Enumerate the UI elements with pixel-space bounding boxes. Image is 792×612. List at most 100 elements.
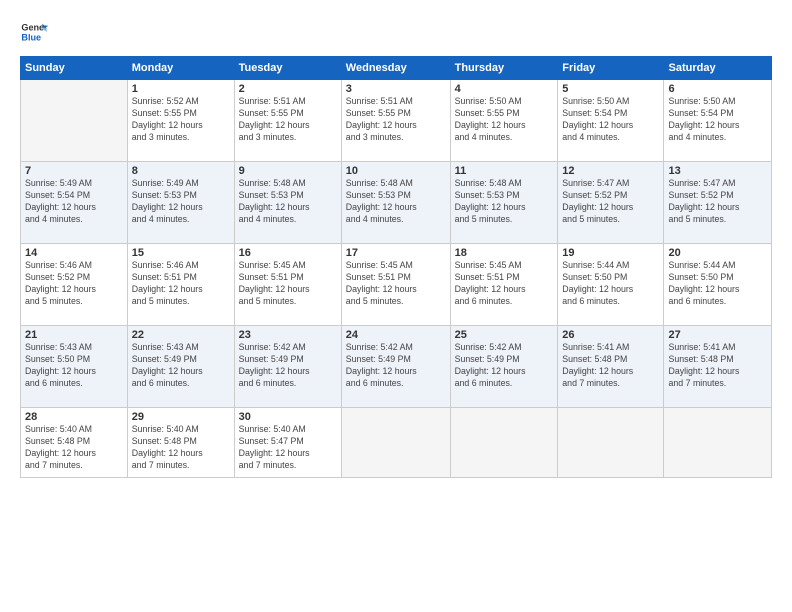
day-number: 20 xyxy=(668,247,767,259)
day-info: Sunrise: 5:45 AM Sunset: 5:51 PM Dayligh… xyxy=(455,260,554,308)
header-thursday: Thursday xyxy=(450,57,558,80)
calendar-day-cell: 3Sunrise: 5:51 AM Sunset: 5:55 PM Daylig… xyxy=(341,80,450,162)
day-info: Sunrise: 5:47 AM Sunset: 5:52 PM Dayligh… xyxy=(562,178,659,226)
day-number: 29 xyxy=(132,411,230,423)
day-info: Sunrise: 5:48 AM Sunset: 5:53 PM Dayligh… xyxy=(455,178,554,226)
day-info: Sunrise: 5:46 AM Sunset: 5:51 PM Dayligh… xyxy=(132,260,230,308)
day-number: 23 xyxy=(239,329,337,341)
calendar-week-row: 21Sunrise: 5:43 AM Sunset: 5:50 PM Dayli… xyxy=(21,326,772,408)
calendar-day-cell: 22Sunrise: 5:43 AM Sunset: 5:49 PM Dayli… xyxy=(127,326,234,408)
day-info: Sunrise: 5:48 AM Sunset: 5:53 PM Dayligh… xyxy=(346,178,446,226)
calendar-day-cell: 19Sunrise: 5:44 AM Sunset: 5:50 PM Dayli… xyxy=(558,244,664,326)
day-info: Sunrise: 5:49 AM Sunset: 5:53 PM Dayligh… xyxy=(132,178,230,226)
day-number: 16 xyxy=(239,247,337,259)
day-info: Sunrise: 5:49 AM Sunset: 5:54 PM Dayligh… xyxy=(25,178,123,226)
calendar-day-cell: 24Sunrise: 5:42 AM Sunset: 5:49 PM Dayli… xyxy=(341,326,450,408)
day-number: 22 xyxy=(132,329,230,341)
page-header: General Blue xyxy=(20,18,772,46)
calendar-day-cell: 10Sunrise: 5:48 AM Sunset: 5:53 PM Dayli… xyxy=(341,162,450,244)
day-info: Sunrise: 5:45 AM Sunset: 5:51 PM Dayligh… xyxy=(346,260,446,308)
day-number: 27 xyxy=(668,329,767,341)
logo-icon: General Blue xyxy=(20,18,48,46)
day-info: Sunrise: 5:43 AM Sunset: 5:50 PM Dayligh… xyxy=(25,342,123,390)
calendar-header-row: SundayMondayTuesdayWednesdayThursdayFrid… xyxy=(21,57,772,80)
svg-text:Blue: Blue xyxy=(21,32,41,42)
calendar-day-cell: 23Sunrise: 5:42 AM Sunset: 5:49 PM Dayli… xyxy=(234,326,341,408)
calendar-day-cell: 27Sunrise: 5:41 AM Sunset: 5:48 PM Dayli… xyxy=(664,326,772,408)
empty-cell xyxy=(341,408,450,478)
header-wednesday: Wednesday xyxy=(341,57,450,80)
calendar-day-cell: 7Sunrise: 5:49 AM Sunset: 5:54 PM Daylig… xyxy=(21,162,128,244)
calendar-day-cell: 4Sunrise: 5:50 AM Sunset: 5:55 PM Daylig… xyxy=(450,80,558,162)
calendar-day-cell: 18Sunrise: 5:45 AM Sunset: 5:51 PM Dayli… xyxy=(450,244,558,326)
calendar-week-row: 1Sunrise: 5:52 AM Sunset: 5:55 PM Daylig… xyxy=(21,80,772,162)
day-number: 2 xyxy=(239,83,337,95)
calendar-day-cell: 15Sunrise: 5:46 AM Sunset: 5:51 PM Dayli… xyxy=(127,244,234,326)
day-info: Sunrise: 5:51 AM Sunset: 5:55 PM Dayligh… xyxy=(346,96,446,144)
header-sunday: Sunday xyxy=(21,57,128,80)
day-number: 5 xyxy=(562,83,659,95)
day-info: Sunrise: 5:44 AM Sunset: 5:50 PM Dayligh… xyxy=(562,260,659,308)
day-info: Sunrise: 5:43 AM Sunset: 5:49 PM Dayligh… xyxy=(132,342,230,390)
day-number: 4 xyxy=(455,83,554,95)
header-tuesday: Tuesday xyxy=(234,57,341,80)
header-monday: Monday xyxy=(127,57,234,80)
day-info: Sunrise: 5:50 AM Sunset: 5:54 PM Dayligh… xyxy=(668,96,767,144)
day-number: 25 xyxy=(455,329,554,341)
calendar-day-cell: 8Sunrise: 5:49 AM Sunset: 5:53 PM Daylig… xyxy=(127,162,234,244)
day-info: Sunrise: 5:42 AM Sunset: 5:49 PM Dayligh… xyxy=(346,342,446,390)
calendar-day-cell: 29Sunrise: 5:40 AM Sunset: 5:48 PM Dayli… xyxy=(127,408,234,478)
day-info: Sunrise: 5:45 AM Sunset: 5:51 PM Dayligh… xyxy=(239,260,337,308)
day-number: 12 xyxy=(562,165,659,177)
calendar-day-cell: 17Sunrise: 5:45 AM Sunset: 5:51 PM Dayli… xyxy=(341,244,450,326)
calendar-day-cell: 13Sunrise: 5:47 AM Sunset: 5:52 PM Dayli… xyxy=(664,162,772,244)
day-info: Sunrise: 5:40 AM Sunset: 5:48 PM Dayligh… xyxy=(25,424,123,472)
calendar-day-cell: 30Sunrise: 5:40 AM Sunset: 5:47 PM Dayli… xyxy=(234,408,341,478)
day-info: Sunrise: 5:50 AM Sunset: 5:55 PM Dayligh… xyxy=(455,96,554,144)
calendar-week-row: 28Sunrise: 5:40 AM Sunset: 5:48 PM Dayli… xyxy=(21,408,772,478)
calendar-day-cell: 1Sunrise: 5:52 AM Sunset: 5:55 PM Daylig… xyxy=(127,80,234,162)
empty-cell xyxy=(21,80,128,162)
day-number: 14 xyxy=(25,247,123,259)
day-info: Sunrise: 5:42 AM Sunset: 5:49 PM Dayligh… xyxy=(239,342,337,390)
calendar-week-row: 14Sunrise: 5:46 AM Sunset: 5:52 PM Dayli… xyxy=(21,244,772,326)
calendar-day-cell: 21Sunrise: 5:43 AM Sunset: 5:50 PM Dayli… xyxy=(21,326,128,408)
empty-cell xyxy=(450,408,558,478)
calendar-day-cell: 11Sunrise: 5:48 AM Sunset: 5:53 PM Dayli… xyxy=(450,162,558,244)
day-info: Sunrise: 5:52 AM Sunset: 5:55 PM Dayligh… xyxy=(132,96,230,144)
calendar-day-cell: 5Sunrise: 5:50 AM Sunset: 5:54 PM Daylig… xyxy=(558,80,664,162)
day-number: 21 xyxy=(25,329,123,341)
day-number: 3 xyxy=(346,83,446,95)
day-number: 10 xyxy=(346,165,446,177)
day-info: Sunrise: 5:42 AM Sunset: 5:49 PM Dayligh… xyxy=(455,342,554,390)
day-info: Sunrise: 5:47 AM Sunset: 5:52 PM Dayligh… xyxy=(668,178,767,226)
day-number: 26 xyxy=(562,329,659,341)
day-number: 19 xyxy=(562,247,659,259)
calendar-table: SundayMondayTuesdayWednesdayThursdayFrid… xyxy=(20,56,772,478)
calendar-day-cell: 14Sunrise: 5:46 AM Sunset: 5:52 PM Dayli… xyxy=(21,244,128,326)
calendar-day-cell: 2Sunrise: 5:51 AM Sunset: 5:55 PM Daylig… xyxy=(234,80,341,162)
day-number: 13 xyxy=(668,165,767,177)
day-number: 15 xyxy=(132,247,230,259)
day-number: 28 xyxy=(25,411,123,423)
day-number: 9 xyxy=(239,165,337,177)
empty-cell xyxy=(558,408,664,478)
day-number: 30 xyxy=(239,411,337,423)
header-saturday: Saturday xyxy=(664,57,772,80)
day-number: 17 xyxy=(346,247,446,259)
day-number: 8 xyxy=(132,165,230,177)
day-info: Sunrise: 5:41 AM Sunset: 5:48 PM Dayligh… xyxy=(562,342,659,390)
day-info: Sunrise: 5:50 AM Sunset: 5:54 PM Dayligh… xyxy=(562,96,659,144)
calendar-day-cell: 20Sunrise: 5:44 AM Sunset: 5:50 PM Dayli… xyxy=(664,244,772,326)
day-info: Sunrise: 5:51 AM Sunset: 5:55 PM Dayligh… xyxy=(239,96,337,144)
calendar-day-cell: 9Sunrise: 5:48 AM Sunset: 5:53 PM Daylig… xyxy=(234,162,341,244)
day-info: Sunrise: 5:46 AM Sunset: 5:52 PM Dayligh… xyxy=(25,260,123,308)
calendar-day-cell: 6Sunrise: 5:50 AM Sunset: 5:54 PM Daylig… xyxy=(664,80,772,162)
day-info: Sunrise: 5:40 AM Sunset: 5:47 PM Dayligh… xyxy=(239,424,337,472)
day-info: Sunrise: 5:41 AM Sunset: 5:48 PM Dayligh… xyxy=(668,342,767,390)
day-number: 11 xyxy=(455,165,554,177)
calendar-day-cell: 25Sunrise: 5:42 AM Sunset: 5:49 PM Dayli… xyxy=(450,326,558,408)
day-number: 24 xyxy=(346,329,446,341)
day-number: 6 xyxy=(668,83,767,95)
header-friday: Friday xyxy=(558,57,664,80)
